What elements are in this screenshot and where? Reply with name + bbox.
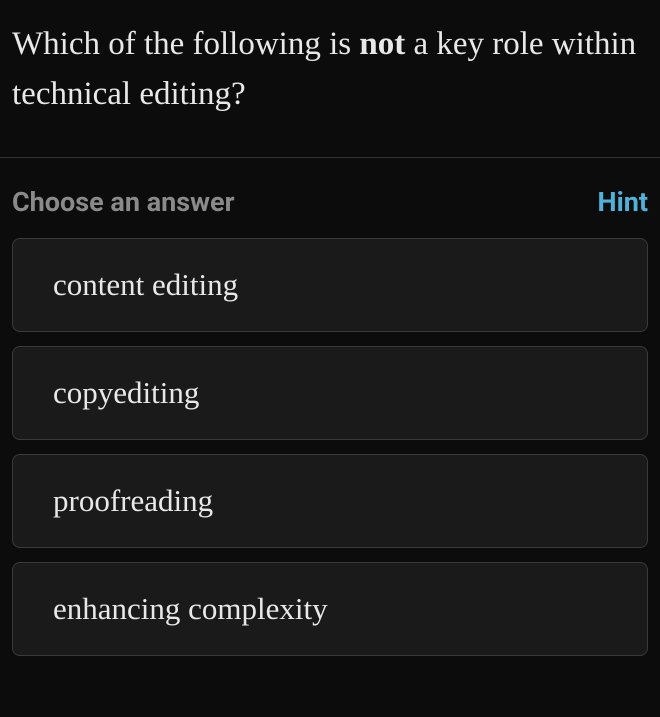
question-section: Which of the following is not a key role… xyxy=(0,0,660,158)
option-label: content editing xyxy=(53,267,238,302)
question-prefix: Which of the following is xyxy=(12,26,359,62)
option-label: enhancing complexity xyxy=(53,591,328,626)
choose-answer-label: Choose an answer xyxy=(12,186,234,218)
options-list: content editing copyediting proofreading… xyxy=(0,238,660,656)
question-emphasis: not xyxy=(359,26,405,62)
option-3[interactable]: enhancing complexity xyxy=(12,562,648,656)
question-text: Which of the following is not a key role… xyxy=(12,20,648,119)
option-0[interactable]: content editing xyxy=(12,238,648,332)
option-label: proofreading xyxy=(53,483,213,518)
answer-header: Choose an answer Hint xyxy=(0,158,660,238)
option-2[interactable]: proofreading xyxy=(12,454,648,548)
option-label: copyediting xyxy=(53,375,199,410)
option-1[interactable]: copyediting xyxy=(12,346,648,440)
hint-link[interactable]: Hint xyxy=(598,186,648,218)
